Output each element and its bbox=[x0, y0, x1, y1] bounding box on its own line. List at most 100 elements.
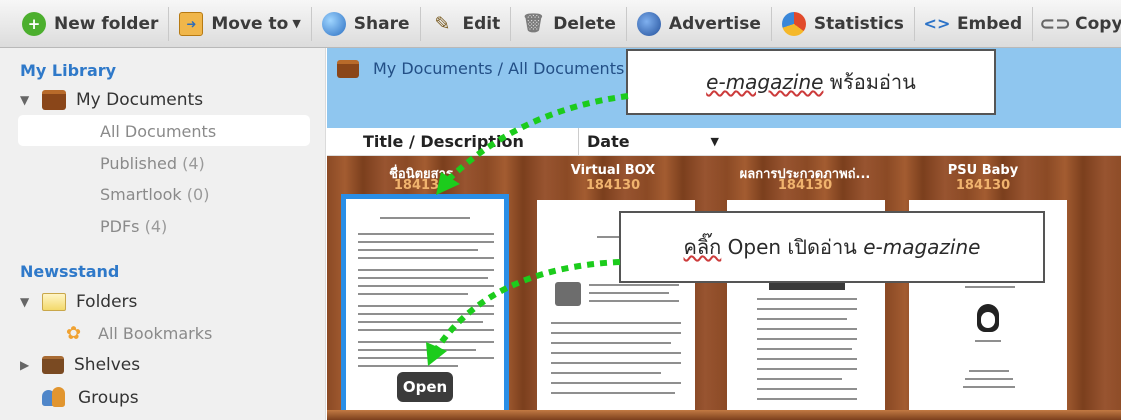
callout-emag-text: e-magazine bbox=[706, 70, 824, 94]
open-button[interactable]: Open bbox=[397, 372, 453, 402]
chevron-down-icon: ▼ bbox=[292, 17, 301, 30]
sidebar-item-pdfs[interactable]: PDFs (4) bbox=[100, 217, 167, 236]
groups-icon bbox=[42, 387, 66, 409]
text-line bbox=[757, 338, 857, 340]
text-line bbox=[757, 318, 847, 320]
embed-button[interactable]: <> Embed bbox=[915, 6, 1034, 41]
sidebar-item-label: Published bbox=[100, 154, 178, 173]
book-id: 184130 bbox=[777, 178, 833, 193]
text-line bbox=[358, 257, 494, 259]
text-line bbox=[757, 298, 857, 300]
sidebar-item-shelves[interactable]: ▶ Shelves bbox=[20, 355, 140, 375]
text-line bbox=[757, 388, 857, 390]
callout-click-open: คลิ๊ก Open เปิดอ่าน e-magazine bbox=[619, 211, 1045, 283]
new-folder-button[interactable]: + New folder bbox=[12, 6, 170, 41]
text-line bbox=[358, 293, 468, 295]
edit-button[interactable]: ✎ Edit bbox=[421, 6, 512, 41]
briefcase-icon bbox=[42, 90, 66, 110]
text-line bbox=[965, 286, 1015, 288]
item-count: (0) bbox=[186, 185, 210, 204]
text-line bbox=[757, 358, 857, 360]
date-column-label: Date bbox=[587, 132, 630, 151]
text-line bbox=[358, 249, 478, 251]
text-line bbox=[965, 378, 1013, 380]
copy-link-label: Copy lin bbox=[1075, 13, 1121, 34]
sidebar-item-all-bookmarks[interactable]: ✿ All Bookmarks bbox=[66, 324, 212, 343]
advertise-label: Advertise bbox=[668, 13, 761, 34]
text-line bbox=[589, 300, 679, 302]
globe-icon bbox=[636, 11, 661, 36]
text-line bbox=[380, 217, 470, 219]
expand-arrow-icon[interactable]: ▼ bbox=[20, 93, 34, 107]
move-to-label: Move to bbox=[211, 13, 289, 34]
text-line bbox=[551, 322, 681, 324]
expand-arrow-icon[interactable]: ▼ bbox=[20, 295, 34, 309]
sidebar-item-all-documents[interactable]: All Documents bbox=[100, 122, 216, 141]
text-line bbox=[358, 365, 458, 367]
share-button[interactable]: Share bbox=[312, 6, 421, 41]
copy-link-button[interactable]: ⊂⊃ Copy lin bbox=[1033, 7, 1121, 41]
item-count: (4) bbox=[144, 217, 168, 236]
tux-belly bbox=[981, 312, 995, 328]
item-count: (4) bbox=[182, 154, 205, 173]
text-line bbox=[551, 372, 661, 374]
sidebar-item-label: All Bookmarks bbox=[98, 324, 213, 343]
text-line bbox=[358, 341, 494, 343]
title-column-header[interactable]: Title / Description bbox=[327, 128, 579, 155]
book-id: 184130 bbox=[585, 178, 641, 193]
callout-emag-text: e-magazine bbox=[863, 235, 981, 259]
text-line bbox=[551, 382, 681, 384]
box-icon bbox=[555, 282, 581, 306]
text-line bbox=[358, 269, 494, 271]
sidebar-item-label: PDFs bbox=[100, 217, 140, 236]
text-line bbox=[757, 368, 857, 370]
edit-label: Edit bbox=[462, 13, 501, 34]
sidebar-item-folders[interactable]: ▼ Folders bbox=[20, 292, 137, 312]
sidebar-item-my-documents[interactable]: ▼ My Documents bbox=[20, 90, 203, 110]
text-line bbox=[551, 352, 681, 354]
book-id: 184130 bbox=[393, 178, 449, 193]
text-line bbox=[757, 328, 857, 330]
text-line bbox=[358, 277, 488, 279]
sidebar-item-groups[interactable]: Groups bbox=[42, 387, 139, 409]
text-line bbox=[551, 362, 681, 364]
text-line bbox=[358, 305, 494, 307]
sidebar-item-label: Smartlook bbox=[100, 185, 182, 204]
sidebar-item-label: Groups bbox=[78, 388, 139, 408]
text-line bbox=[757, 348, 852, 350]
statistics-label: Statistics bbox=[813, 13, 904, 34]
book-id: 184130 bbox=[955, 178, 1011, 193]
text-line bbox=[589, 292, 669, 294]
column-header: Title / Description Date ▼ bbox=[327, 128, 1121, 156]
text-line bbox=[358, 285, 494, 287]
newsstand-heading: Newsstand bbox=[20, 262, 120, 281]
globe-icon bbox=[321, 11, 346, 36]
bookmark-icon: ✿ bbox=[66, 322, 82, 344]
book-title: PSU Baby bbox=[947, 163, 1019, 178]
text-line bbox=[358, 313, 494, 315]
statistics-button[interactable]: Statistics bbox=[772, 6, 915, 41]
sidebar-item-label: Shelves bbox=[74, 355, 141, 375]
shelf-icon bbox=[42, 356, 64, 374]
text-line bbox=[358, 357, 494, 359]
pie-chart-icon bbox=[781, 11, 806, 36]
sidebar-item-smartlook[interactable]: Smartlook (0) bbox=[100, 185, 209, 204]
pencil-icon: ✎ bbox=[434, 12, 451, 35]
move-to-button[interactable]: ➜ Move to ▼ bbox=[169, 6, 312, 41]
briefcase-icon bbox=[337, 60, 359, 78]
expand-arrow-icon[interactable]: ▶ bbox=[20, 358, 34, 372]
folder-icon bbox=[42, 293, 66, 311]
text-line bbox=[551, 342, 671, 344]
breadcrumb[interactable]: My Documents / All Documents bbox=[373, 59, 624, 78]
embed-label: Embed bbox=[956, 13, 1023, 34]
delete-button[interactable]: 🗑 Delete bbox=[511, 6, 627, 41]
sidebar-item-published[interactable]: Published (4) bbox=[100, 154, 205, 173]
date-sort-dropdown[interactable]: Date ▼ bbox=[579, 132, 729, 151]
advertise-button[interactable]: Advertise bbox=[627, 6, 772, 41]
share-label: Share bbox=[353, 13, 410, 34]
toolbar: + New folder ➜ Move to ▼ Share ✎ Edit 🗑 … bbox=[0, 0, 1121, 48]
text-line bbox=[358, 349, 476, 351]
book-title: Virtual BOX bbox=[570, 163, 656, 178]
text-line bbox=[358, 241, 494, 243]
text-line bbox=[757, 308, 857, 310]
